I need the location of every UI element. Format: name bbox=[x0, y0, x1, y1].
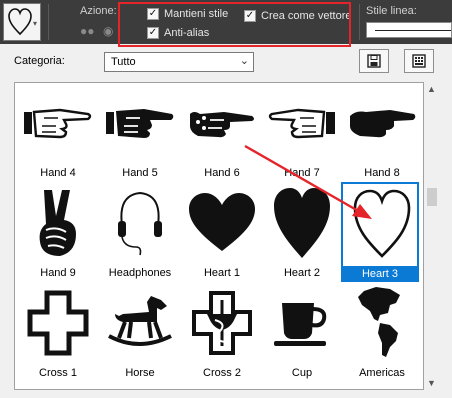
shape-label: Cross 2 bbox=[203, 367, 241, 379]
shape-label: Hand 9 bbox=[40, 267, 76, 279]
shape-label: Hand 4 bbox=[40, 167, 76, 179]
headphones-icon bbox=[101, 183, 179, 263]
chevron-down-icon[interactable]: ▾ bbox=[33, 19, 37, 28]
separator bbox=[48, 4, 49, 40]
shape-tile[interactable]: Hand 7 bbox=[263, 83, 341, 183]
stile-linea-label: Stile linea: bbox=[366, 5, 417, 17]
scrollbar-thumb[interactable] bbox=[427, 188, 437, 206]
shape-tile[interactable]: Cross 1 bbox=[19, 283, 97, 383]
save-shape-button[interactable] bbox=[359, 49, 389, 73]
rocking-horse-icon bbox=[101, 283, 179, 363]
cross-outline-icon bbox=[19, 283, 97, 363]
shape-label: Headphones bbox=[108, 267, 172, 279]
annotation-highlight-box bbox=[118, 2, 351, 47]
binoculars-icon[interactable]: ●● bbox=[80, 24, 95, 38]
azione-label: Azione: bbox=[80, 5, 117, 17]
pointing-hand-4-icon bbox=[19, 83, 97, 163]
pointing-hand-7-icon bbox=[263, 83, 341, 163]
line-style-select[interactable] bbox=[366, 22, 452, 38]
pointing-hand-6-icon bbox=[183, 83, 261, 163]
shape-tile[interactable]: Americas bbox=[343, 283, 421, 383]
shape-label: Americas bbox=[359, 367, 405, 379]
heart-outline-icon bbox=[343, 184, 421, 264]
medical-cross-icon bbox=[183, 283, 261, 363]
shape-tile[interactable]: Heart 1 bbox=[183, 183, 261, 283]
heart-outline-icon bbox=[8, 8, 32, 36]
shape-tile[interactable]: Hand 6 bbox=[183, 83, 261, 183]
shape-tile[interactable]: Horse bbox=[101, 283, 179, 383]
vertical-scrollbar[interactable]: ▲ ▼ bbox=[424, 82, 440, 390]
category-label: Categoria: bbox=[14, 55, 65, 67]
shape-gallery: Hand 4 Hand 5 Hand 6 Hand 7 Hand 8 Hand … bbox=[14, 82, 424, 390]
scroll-down-icon[interactable]: ▼ bbox=[427, 378, 436, 388]
category-value: Tutto bbox=[111, 56, 136, 68]
cup-icon bbox=[263, 283, 341, 363]
shape-label: Hand 8 bbox=[364, 167, 400, 179]
shape-label: Cross 1 bbox=[39, 367, 77, 379]
pointing-hand-5-icon bbox=[101, 83, 179, 163]
shape-tile[interactable]: Heart 2 bbox=[263, 183, 341, 283]
chevron-down-icon[interactable]: ⌄ bbox=[240, 54, 249, 67]
shape-tile[interactable]: Hand 9 bbox=[19, 183, 97, 283]
shape-tile[interactable]: Hand 8 bbox=[343, 83, 421, 183]
library-button[interactable] bbox=[404, 49, 434, 73]
shape-label: Cup bbox=[291, 367, 313, 379]
shape-label: Heart 3 bbox=[341, 266, 419, 282]
heart-tall-icon bbox=[263, 183, 341, 263]
pointing-hand-8-icon bbox=[343, 83, 421, 163]
scroll-up-icon[interactable]: ▲ bbox=[427, 84, 436, 94]
heart-filled-icon bbox=[183, 183, 261, 263]
shape-label: Hand 6 bbox=[204, 167, 240, 179]
shape-tile[interactable]: Hand 5 bbox=[101, 83, 179, 183]
shape-tile[interactable]: Cup bbox=[263, 283, 341, 383]
shape-label: Hand 7 bbox=[284, 167, 320, 179]
shape-label: Horse bbox=[125, 367, 155, 379]
separator bbox=[359, 4, 360, 40]
victory-hand-icon bbox=[19, 183, 97, 263]
shape-label: Hand 5 bbox=[122, 167, 158, 179]
save-icon bbox=[367, 54, 381, 68]
shape-label: Heart 2 bbox=[283, 267, 321, 279]
shape-tile[interactable]: Headphones bbox=[101, 183, 179, 283]
current-shape-button[interactable]: ▾ bbox=[3, 3, 41, 41]
shape-tile-selected[interactable]: Heart 3 bbox=[341, 182, 419, 282]
americas-map-icon bbox=[343, 283, 421, 363]
shape-label: Heart 1 bbox=[203, 267, 241, 279]
shape-tile[interactable]: Hand 4 bbox=[19, 83, 97, 183]
category-select[interactable]: Tutto ⌄ bbox=[104, 52, 254, 72]
shape-tile[interactable]: Cross 2 bbox=[183, 283, 261, 383]
library-icon bbox=[412, 54, 426, 68]
eye-icon[interactable]: ◉ bbox=[103, 24, 113, 38]
